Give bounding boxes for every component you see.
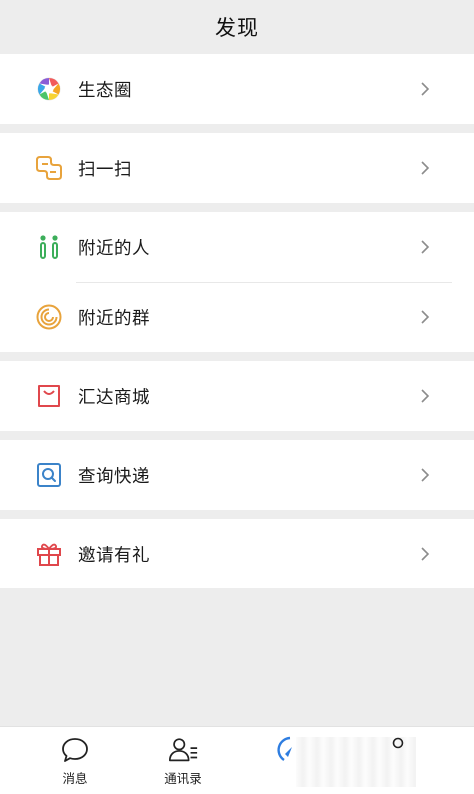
section-divider <box>22 431 452 440</box>
discover-list: 生态圈 扫一扫 附近的人 附近的群 汇达商城 查询快递 邀请有礼 <box>0 54 474 589</box>
chat-bubble-icon <box>59 735 91 765</box>
section-divider <box>22 124 452 133</box>
section-moments: 生态圈 <box>0 54 474 124</box>
section-express: 查询快递 <box>0 440 474 510</box>
section-divider <box>22 510 452 519</box>
chevron-right-icon <box>421 547 430 561</box>
list-item-nearby-groups[interactable]: 附近的群 <box>0 282 474 352</box>
tab-me[interactable] <box>358 735 438 791</box>
chevron-right-icon <box>421 161 430 175</box>
people-icon <box>34 232 64 262</box>
list-item-scan[interactable]: 扫一扫 <box>0 133 474 203</box>
chevron-right-icon <box>421 310 430 324</box>
list-item-label: 生态圈 <box>78 80 132 101</box>
chevron-right-icon <box>421 389 430 403</box>
list-item-invite[interactable]: 邀请有礼 <box>0 519 474 589</box>
section-scan: 扫一扫 <box>0 133 474 203</box>
chevron-right-icon <box>421 82 430 96</box>
list-item-nearby-people[interactable]: 附近的人 <box>0 212 474 282</box>
list-item-label: 扫一扫 <box>78 159 132 180</box>
list-item-label: 附近的人 <box>78 238 150 259</box>
search-box-icon <box>34 460 64 490</box>
chevron-right-icon <box>421 468 430 482</box>
section-nearby: 附近的人 附近的群 <box>0 212 474 352</box>
section-invite: 邀请有礼 <box>0 519 474 589</box>
list-item-label: 汇达商城 <box>78 387 150 408</box>
tab-label: 通讯录 <box>164 771 202 786</box>
list-item-mall[interactable]: 汇达商城 <box>0 361 474 431</box>
tab-contacts[interactable]: 通讯录 <box>143 735 223 791</box>
spiral-icon <box>34 302 64 332</box>
list-item-express[interactable]: 查询快递 <box>0 440 474 510</box>
shopping-bag-icon <box>34 381 64 411</box>
section-divider <box>22 203 452 212</box>
aperture-icon <box>34 74 64 104</box>
person-icon <box>382 735 414 765</box>
list-item-moments[interactable]: 生态圈 <box>0 54 474 124</box>
list-item-label: 查询快递 <box>78 466 150 487</box>
tab-messages[interactable]: 消息 <box>35 735 115 791</box>
empty-area <box>0 588 474 726</box>
gift-icon <box>34 539 64 569</box>
bottom-tab-bar: 消息 通讯录 <box>0 726 474 794</box>
contacts-icon <box>167 735 199 765</box>
section-divider <box>22 352 452 361</box>
scan-icon <box>34 153 64 183</box>
page-title: 发现 <box>215 16 259 40</box>
tab-label: 消息 <box>62 771 88 786</box>
list-item-label: 邀请有礼 <box>78 545 150 566</box>
section-mall: 汇达商城 <box>0 361 474 431</box>
chevron-right-icon <box>421 240 430 254</box>
list-item-label: 附近的群 <box>78 308 150 329</box>
top-bar: 发现 <box>0 0 474 54</box>
